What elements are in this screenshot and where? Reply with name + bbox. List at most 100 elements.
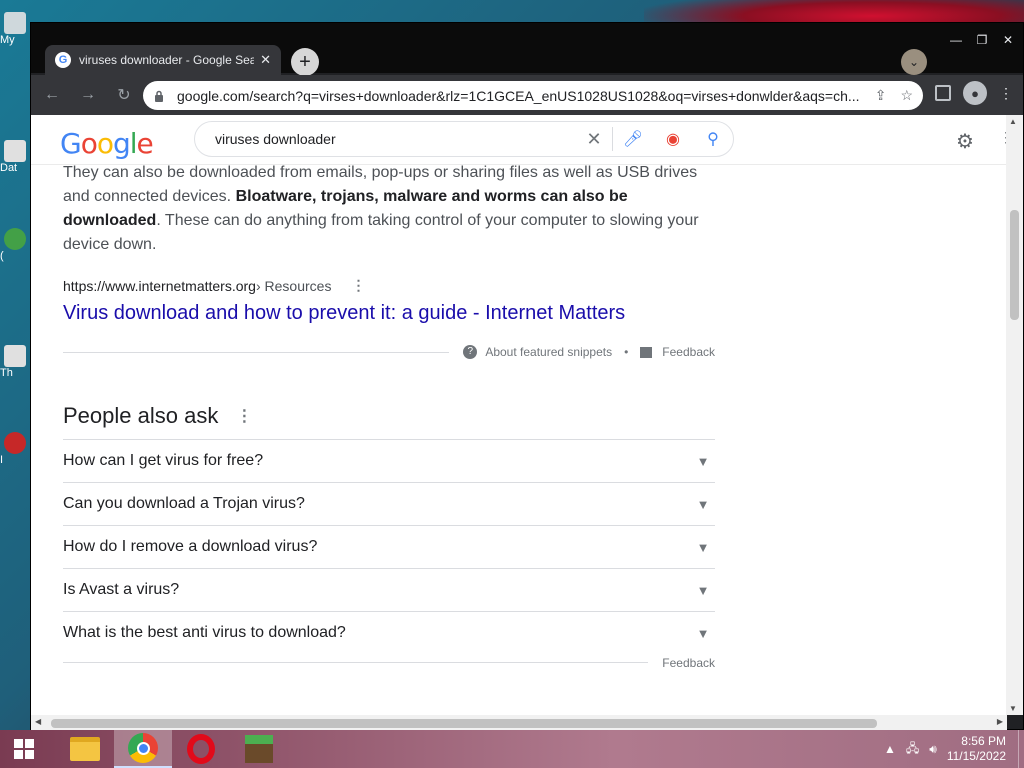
network-icon[interactable]: 🖧︎ bbox=[906, 739, 919, 760]
about-featured-snippets-link[interactable]: About featured snippets bbox=[485, 345, 612, 359]
profile-avatar-icon[interactable]: ● bbox=[963, 81, 987, 105]
logo-letter: G bbox=[60, 127, 82, 160]
desktop-icon-misc[interactable]: I bbox=[0, 432, 30, 466]
help-question-icon: ? bbox=[463, 345, 478, 359]
tab-title: viruses downloader - Google Sea bbox=[79, 53, 255, 67]
featured-snippet-footer: ? About featured snippets • Feedback bbox=[63, 345, 715, 359]
tab-google-search[interactable]: G viruses downloader - Google Sea ✕ bbox=[45, 45, 281, 75]
close-icon[interactable]: ✕ bbox=[997, 31, 1019, 49]
feedback-icon bbox=[640, 346, 653, 358]
desktop-icon-label: Dat bbox=[0, 162, 18, 174]
page-viewport: Google viruses downloader ✕ 🎤︎ ◉ ⚲ ⚙ ⋮ T… bbox=[31, 115, 1007, 715]
search-input[interactable]: viruses downloader ✕ 🎤︎ ◉ ⚲ bbox=[194, 121, 734, 157]
toolbar-right-buttons: ● ⋮ bbox=[935, 81, 1013, 105]
taskbar-opera[interactable] bbox=[172, 730, 230, 768]
feedback-link[interactable]: Feedback bbox=[662, 345, 715, 359]
taskbar-minecraft[interactable] bbox=[230, 730, 288, 768]
folder-icon bbox=[70, 737, 100, 761]
featured-snippet-text: They can also be downloaded from emails,… bbox=[63, 161, 715, 257]
chevron-down-icon: ▼ bbox=[696, 582, 710, 598]
paa-question-text: Is Avast a virus? bbox=[63, 581, 180, 598]
opera-icon bbox=[187, 734, 215, 764]
horizontal-scrollbar[interactable]: ◀ ▶ bbox=[31, 715, 1007, 731]
desktop-icon-this-pc[interactable]: Th bbox=[0, 345, 30, 379]
maximize-icon[interactable]: ❐ bbox=[971, 31, 993, 49]
scroll-up-icon[interactable]: ▲ bbox=[1009, 117, 1017, 126]
volume-icon[interactable]: 🔊︎ bbox=[929, 742, 937, 757]
paa-feedback-link[interactable]: Feedback bbox=[648, 656, 715, 670]
chrome-icon bbox=[128, 733, 158, 763]
paa-question-text: How can I get virus for free? bbox=[63, 452, 264, 469]
bookmark-star-icon[interactable]: ☆ bbox=[900, 87, 913, 104]
camera-lens-icon[interactable]: ◉ bbox=[653, 129, 693, 149]
result-more-icon[interactable]: ⋮ bbox=[351, 277, 365, 294]
search-header: Google viruses downloader ✕ 🎤︎ ◉ ⚲ ⚙ ⋮ bbox=[31, 115, 1007, 165]
logo-letter: l bbox=[129, 127, 138, 160]
chevron-down-icon: ▼ bbox=[696, 625, 710, 641]
paa-question[interactable]: Can you download a Trojan virus? ▼ bbox=[63, 482, 715, 525]
divider bbox=[63, 351, 450, 353]
chevron-up-icon[interactable]: ▲ bbox=[884, 742, 896, 756]
computer-icon bbox=[4, 12, 26, 34]
scroll-down-icon[interactable]: ▼ bbox=[1009, 704, 1017, 713]
app-icon bbox=[4, 228, 26, 250]
paa-question[interactable]: How do I remove a download virus? ▼ bbox=[63, 525, 715, 568]
address-bar[interactable]: google.com/search?q=virses+downloader&rl… bbox=[143, 81, 923, 110]
paa-footer: Feedback bbox=[63, 656, 715, 670]
logo-letter: e bbox=[136, 127, 154, 160]
tab-close-icon[interactable]: ✕ bbox=[260, 52, 271, 68]
menu-kebab-icon[interactable]: ⋮ bbox=[999, 85, 1013, 102]
tab-search-button[interactable]: ⌄ bbox=[901, 49, 927, 75]
title-bar: G viruses downloader - Google Sea ✕ + ⌄ … bbox=[31, 23, 1023, 76]
google-logo[interactable]: Google bbox=[60, 127, 154, 160]
results-content: They can also be downloaded from emails,… bbox=[63, 164, 715, 670]
side-panel-icon[interactable] bbox=[935, 85, 951, 101]
result-title-link[interactable]: Virus download and how to prevent it: a … bbox=[63, 302, 715, 325]
microphone-icon[interactable]: 🎤︎ bbox=[613, 129, 653, 149]
url-text: google.com/search?q=virses+downloader&rl… bbox=[177, 87, 860, 104]
paa-question-text: What is the best anti virus to download? bbox=[63, 624, 346, 641]
minimize-icon[interactable]: — bbox=[945, 31, 967, 49]
desktop-icon-label: ( bbox=[0, 250, 4, 262]
settings-gear-icon[interactable]: ⚙ bbox=[956, 129, 974, 154]
chevron-down-icon: ▼ bbox=[696, 496, 710, 512]
taskbar-chrome[interactable] bbox=[114, 730, 172, 768]
desktop-icon-app[interactable]: ( bbox=[0, 228, 30, 262]
document-icon bbox=[4, 140, 26, 162]
paa-question[interactable]: What is the best anti virus to download?… bbox=[63, 611, 715, 654]
search-icon[interactable]: ⚲ bbox=[693, 129, 733, 149]
start-button[interactable] bbox=[0, 730, 48, 768]
paa-question[interactable]: How can I get virus for free? ▼ bbox=[63, 439, 715, 482]
clock[interactable]: 8:56 PM 11/15/2022 bbox=[947, 734, 1006, 764]
new-tab-button[interactable]: + bbox=[291, 48, 319, 76]
back-button[interactable]: ← bbox=[37, 80, 67, 110]
forward-button[interactable]: → bbox=[73, 80, 103, 110]
desktop-icon-my-computer[interactable]: My bbox=[0, 12, 30, 46]
desktop-icon-label: I bbox=[0, 454, 4, 466]
cite-url: https://www.internetmatters.org bbox=[63, 277, 256, 294]
logo-letter: g bbox=[112, 127, 131, 160]
share-icon[interactable]: ⇪ bbox=[875, 87, 887, 104]
scroll-left-icon[interactable]: ◀ bbox=[35, 717, 41, 726]
chevron-down-icon: ▼ bbox=[696, 539, 710, 555]
system-tray: ▲ 🖧︎ 🔊︎ 8:56 PM 11/15/2022 bbox=[884, 730, 1024, 768]
taskbar: ▲ 🖧︎ 🔊︎ 8:56 PM 11/15/2022 bbox=[0, 730, 1024, 768]
chrome-window: G viruses downloader - Google Sea ✕ + ⌄ … bbox=[30, 22, 1024, 731]
vertical-scrollbar[interactable]: ▲ ▼ bbox=[1006, 115, 1023, 715]
paa-more-icon[interactable]: ⋮ bbox=[236, 406, 252, 426]
desktop-icon-data[interactable]: Dat bbox=[0, 140, 30, 174]
arrow-right-icon: → bbox=[80, 86, 96, 103]
cite-breadcrumb: › Resources bbox=[255, 277, 332, 294]
clear-search-icon[interactable]: ✕ bbox=[576, 129, 612, 150]
scroll-right-icon[interactable]: ▶ bbox=[997, 717, 1003, 726]
show-desktop-button[interactable] bbox=[1018, 730, 1024, 768]
chevron-down-icon: ⌄ bbox=[908, 55, 920, 69]
scrollbar-thumb[interactable] bbox=[1010, 210, 1019, 320]
paa-question-text: How do I remove a download virus? bbox=[63, 538, 318, 555]
clock-date: 11/15/2022 bbox=[946, 749, 1006, 763]
scrollbar-thumb[interactable] bbox=[51, 719, 877, 728]
reload-button[interactable]: ↻ bbox=[109, 80, 139, 110]
chevron-down-icon: ▼ bbox=[696, 453, 710, 469]
paa-question[interactable]: Is Avast a virus? ▼ bbox=[63, 568, 715, 611]
taskbar-file-explorer[interactable] bbox=[56, 730, 114, 768]
